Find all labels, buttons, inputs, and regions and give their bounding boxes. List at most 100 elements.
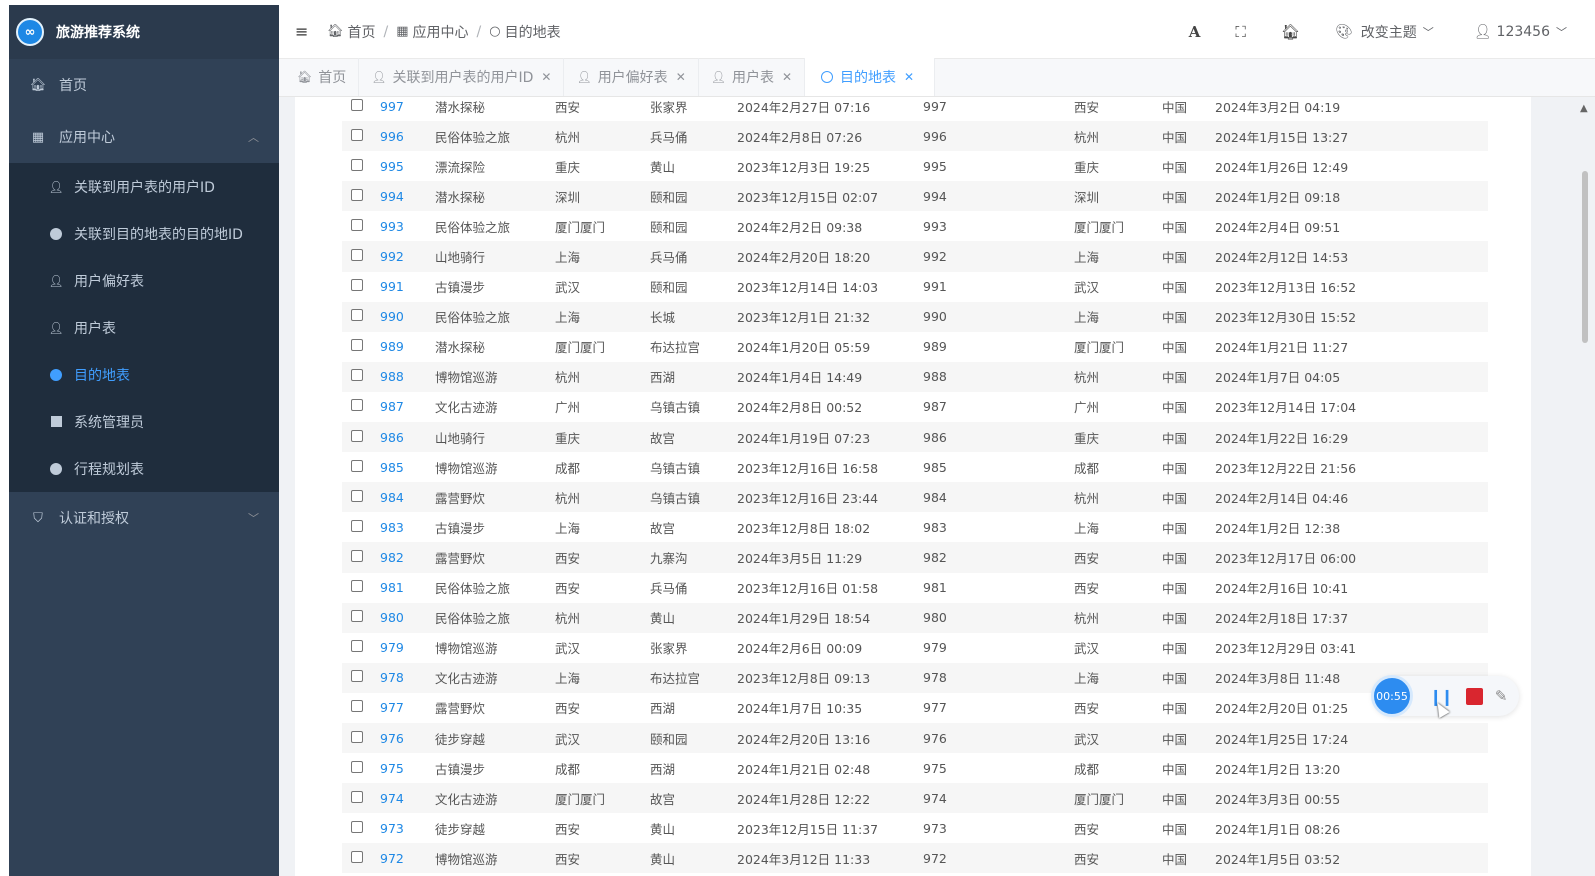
end-time-cell: 2024年1月2日 09:18 — [1215, 189, 1341, 205]
sidebar-item-user-preferences[interactable]: 👤︎ 用户偏好表 — [9, 257, 279, 304]
fullscreen-icon[interactable]: ⛶ — [1235, 23, 1246, 41]
row-id-link[interactable]: 996 — [380, 121, 435, 151]
row-checkbox[interactable] — [351, 760, 363, 773]
sidebar-item-app-center[interactable]: ▦ 应用中心 ︿ — [9, 111, 279, 163]
row-checkbox[interactable] — [351, 580, 363, 593]
row-id-link[interactable]: 980 — [380, 603, 435, 633]
row-checkbox[interactable] — [351, 610, 363, 623]
scrollbar-thumb[interactable] — [1582, 171, 1588, 343]
attraction-cell: 乌镇古镇 — [650, 460, 701, 476]
row-id-link[interactable]: 989 — [380, 332, 435, 362]
row-id-link[interactable]: 993 — [380, 211, 435, 241]
row-id-link[interactable]: 990 — [380, 302, 435, 332]
tab-destinations[interactable]: 目的地表 ✕ — [805, 58, 936, 96]
home-icon[interactable]: 🏠︎ — [1281, 23, 1300, 41]
row-checkbox[interactable] — [351, 820, 363, 833]
row-id-link[interactable]: 981 — [380, 573, 435, 603]
vertical-scrollbar[interactable]: ▲ — [1578, 97, 1592, 876]
row-checkbox[interactable] — [351, 730, 363, 743]
row-id-link[interactable]: 994 — [380, 181, 435, 211]
row-id-link[interactable]: 992 — [380, 241, 435, 271]
hamburger-icon[interactable]: ≡ — [295, 22, 309, 41]
row-checkbox[interactable] — [351, 369, 363, 382]
row-checkbox[interactable] — [351, 670, 363, 683]
row-id-link[interactable]: 984 — [380, 482, 435, 512]
row-checkbox[interactable] — [351, 429, 363, 442]
sidebar-item-home[interactable]: 🏠︎ 首页 — [9, 59, 279, 111]
row-checkbox[interactable] — [351, 459, 363, 472]
sidebar-item-auth[interactable]: ⛉ 认证和授权 ﹀ — [9, 492, 279, 544]
row-id-link[interactable]: 987 — [380, 392, 435, 422]
city-cell: 西安 — [555, 821, 581, 837]
row-id-link[interactable]: 979 — [380, 633, 435, 663]
row-id-link[interactable]: 978 — [380, 663, 435, 693]
theme-switcher[interactable]: 🎨︎ 改变主题 ﹀ — [1335, 22, 1434, 42]
start-time-cell: 2024年1月28日 12:22 — [737, 791, 871, 807]
stop-icon[interactable] — [1465, 687, 1483, 705]
row-id-link[interactable]: 997 — [380, 97, 435, 121]
row-id-link[interactable]: 995 — [380, 151, 435, 181]
row-checkbox[interactable] — [351, 640, 363, 653]
start-time-cell: 2024年1月19日 07:23 — [737, 430, 871, 446]
sidebar-item-admins[interactable]: 系统管理员 — [9, 398, 279, 445]
row-id-link[interactable]: 976 — [380, 723, 435, 753]
tab-home[interactable]: 🏠︎ 首页 — [279, 58, 360, 96]
tab-user-preferences[interactable]: 👤︎ 用户偏好表 ✕ — [564, 58, 699, 96]
attraction-cell: 黄山 — [650, 159, 676, 175]
app-logo[interactable]: ∞ 旅游推荐系统 — [9, 5, 279, 59]
sidebar-item-destination-id-link[interactable]: 关联到目的地表的目的地ID — [9, 210, 279, 257]
row-checkbox[interactable] — [351, 279, 363, 292]
font-size-icon[interactable]: A — [1189, 23, 1201, 41]
trip-type-cell: 山地骑行 — [435, 430, 486, 446]
row-checkbox[interactable] — [351, 339, 363, 352]
row-checkbox[interactable] — [351, 399, 363, 412]
row-checkbox[interactable] — [351, 519, 363, 532]
sidebar-item-users[interactable]: 👤︎ 用户表 — [9, 304, 279, 351]
row-id-link[interactable]: 991 — [380, 272, 435, 302]
row-id-link[interactable]: 974 — [380, 783, 435, 813]
scroll-up-arrow-icon[interactable]: ▲ — [1580, 103, 1588, 114]
row-id-link[interactable]: 977 — [380, 693, 435, 723]
row-checkbox[interactable] — [351, 249, 363, 262]
country-cell: 中国 — [1162, 219, 1188, 235]
tab-users[interactable]: 👤︎ 用户表 ✕ — [699, 58, 806, 96]
row-checkbox[interactable] — [351, 309, 363, 322]
sidebar-item-destinations[interactable]: 目的地表 — [9, 351, 279, 398]
row-id-link[interactable]: 986 — [380, 422, 435, 452]
row-id-link[interactable]: 982 — [380, 542, 435, 572]
row-checkbox[interactable] — [351, 188, 363, 201]
breadcrumb-app-center[interactable]: 应用中心 — [413, 22, 469, 42]
row-checkbox[interactable] — [351, 700, 363, 713]
row-checkbox[interactable] — [351, 158, 363, 171]
row-id-link[interactable]: 975 — [380, 753, 435, 783]
city-cell: 上海 — [555, 250, 581, 266]
close-icon[interactable]: ✕ — [904, 70, 914, 84]
trip-type-cell: 古镇漫步 — [435, 761, 486, 777]
destination-city-cell: 厦门厦门 — [1074, 219, 1125, 235]
row-id-link[interactable]: 985 — [380, 452, 435, 482]
row-checkbox[interactable] — [351, 850, 363, 863]
row-id-link[interactable]: 973 — [380, 813, 435, 843]
breadcrumb-home[interactable]: 首页 — [348, 22, 376, 42]
close-icon[interactable]: ✕ — [676, 70, 686, 84]
city-cell: 重庆 — [555, 430, 581, 446]
close-icon[interactable]: ✕ — [782, 70, 792, 84]
row-id-link[interactable]: 983 — [380, 512, 435, 542]
tab-user-id-link[interactable]: 👤︎ 关联到用户表的用户ID ✕ — [359, 58, 565, 96]
row-checkbox[interactable] — [351, 218, 363, 231]
row-checkbox[interactable] — [351, 790, 363, 803]
grid-icon: ▦ — [396, 24, 409, 39]
row-id-link[interactable]: 988 — [380, 362, 435, 392]
row-checkbox[interactable] — [351, 549, 363, 562]
pen-icon[interactable]: ✎ — [1495, 687, 1508, 705]
close-icon[interactable]: ✕ — [541, 70, 551, 84]
table-row: 987 文化古迹游 广州 乌镇古镇 2024年2月8日 00:52 987 广州 中国 2023… — [342, 392, 1488, 422]
row-checkbox[interactable] — [351, 98, 363, 111]
row-checkbox[interactable] — [351, 128, 363, 141]
sidebar-item-user-id-link[interactable]: 👤︎ 关联到用户表的用户ID — [9, 163, 279, 210]
row-id-link[interactable]: 972 — [380, 843, 435, 873]
row-checkbox[interactable] — [351, 489, 363, 502]
trip-type-cell: 民俗体验之旅 — [435, 611, 511, 627]
user-menu[interactable]: 👤︎ 123456 ﹀ — [1474, 24, 1567, 40]
sidebar-item-itinerary[interactable]: 行程规划表 — [9, 445, 279, 492]
